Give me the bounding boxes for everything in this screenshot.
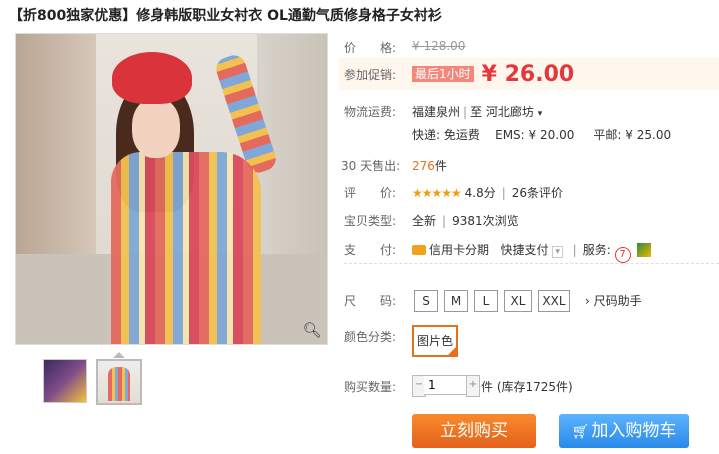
size-helper-link[interactable]: › 尺码助手 [585,292,642,309]
sold-count: 276 [412,159,435,173]
ship-to-select[interactable]: 河北廊坊 ▾ [486,105,542,119]
product-main-image[interactable]: 🔍︎ [15,33,328,345]
size-option-s[interactable]: S [414,290,438,312]
thumbnail-2[interactable] [96,359,142,405]
size-label: 尺 码: [344,294,397,308]
credit-installment[interactable]: 信用卡分期 [429,243,489,257]
check-icon [448,347,456,355]
color-option-selected[interactable]: 图片色 [412,325,458,357]
rating-label: 评 价: [344,186,397,200]
stock-info: 件 (库存1725件) [481,380,573,394]
promo-price: ¥ 26.00 [481,62,575,87]
promo-tag: 最后1小时 [412,66,474,82]
service-icon[interactable] [636,243,651,257]
chevron-down-icon: ▾ [537,109,543,119]
item-type-label: 宝贝类型: [344,214,397,228]
promo-label: 参加促销: [344,68,397,82]
rating-stars: ★★★★★ [412,186,462,200]
item-type-value: 全新 [412,214,437,228]
quantity-input[interactable] [424,375,466,395]
service-label: 服务: [582,243,611,257]
quantity-increase-button[interactable]: + [466,375,480,397]
review-count-link[interactable]: 26条评价 [512,186,563,200]
view-count: 9381次浏览 [452,214,519,228]
service-icon[interactable]: 7 [614,247,631,263]
sold-label: 30 天售出: [341,159,401,173]
buy-now-button[interactable]: 立刻购买 [412,414,536,448]
chevron-right-icon: › [585,294,590,308]
credit-card-icon [412,245,426,255]
rating-score: 4.8分 [464,186,496,200]
original-price: ¥ 128.00 [412,39,466,53]
ship-from: 福建泉州 [412,105,461,119]
express-fee: 快递: 免运费 [412,128,480,142]
mail-fee: 平邮: ¥ 25.00 [593,128,672,142]
size-option-xxl[interactable]: XXL [538,290,570,312]
cart-icon: 🛒︎ [571,424,590,440]
size-option-xl[interactable]: XL [504,290,532,312]
zoom-icon[interactable]: 🔍︎ [301,320,323,340]
quantity-label: 购买数量: [344,380,397,394]
add-to-cart-button[interactable]: 🛒︎ 加入购物车 [559,414,689,448]
quick-pay[interactable]: 快捷支付 [500,243,548,257]
chevron-down-icon[interactable]: ▾ [552,246,563,258]
shipping-label: 物流运费: [344,105,397,119]
product-title: 【折800独家优惠】修身韩版职业女衬衣 OL通勤气质修身格子女衬衫 [9,8,442,24]
ems-fee: EMS: ¥ 20.00 [495,128,575,142]
price-label: 价 格: [344,41,397,55]
payment-label: 支 付: [344,243,397,257]
size-option-l[interactable]: L [474,290,498,312]
thumbnail-1[interactable] [43,359,87,403]
size-option-m[interactable]: M [444,290,468,312]
color-label: 颜色分类: [344,330,397,344]
